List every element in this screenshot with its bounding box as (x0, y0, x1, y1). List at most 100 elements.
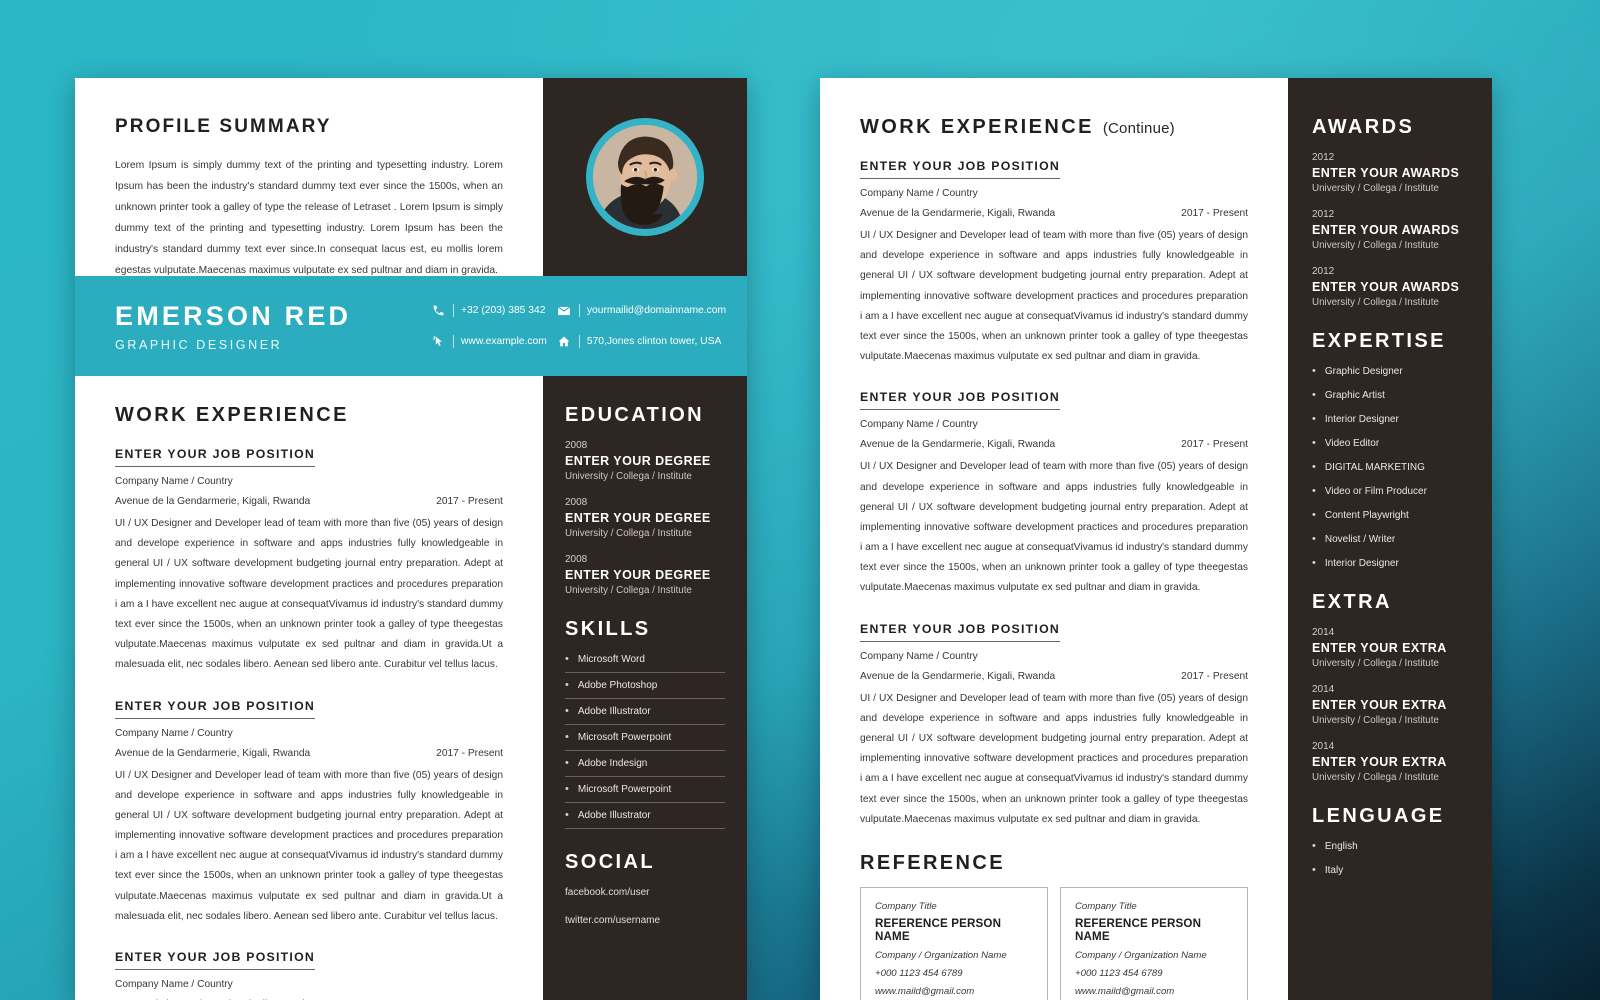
page-two-main: WORK EXPERIENCE (Continue) ENTER YOUR JO… (820, 78, 1288, 1000)
reference-company-title: Company Title (875, 900, 937, 912)
reference-person-name: REFERENCE PERSON NAME (875, 916, 1002, 943)
contact-email[interactable]: yourmailid@domainname.com (557, 304, 726, 318)
extra-sub: University / Collega / Institute (1312, 658, 1439, 669)
expertise-item: • Graphic Designer (1312, 365, 1470, 378)
job-entry: ENTER YOUR JOB POSITION Company Name / C… (115, 697, 503, 928)
extra-title: ENTER YOUR EXTRA (1312, 641, 1447, 655)
skill-label: Adobe Illustrator (577, 810, 651, 821)
reference-phone: +000 1123 454 6789 (875, 967, 963, 979)
job-meta: Avenue de la Gendarmerie, Kigali, Rwanda… (115, 496, 503, 507)
reference-card: Company Title REFERENCE PERSON NAME Comp… (860, 886, 1048, 1000)
education-heading: EDUCATION (565, 404, 705, 426)
name-banner: EMERSON RED GRAPHIC DESIGNER +32 (203) 3… (75, 276, 747, 376)
expertise-item: • Video or Film Producer (1312, 486, 1470, 498)
contact-address[interactable]: 570,Jones clinton tower, USA (557, 335, 726, 349)
work-experience-section: WORK EXPERIENCE ENTER YOUR JOB POSITION … (75, 376, 543, 1000)
award-sub: University / Collega / Institute (1312, 240, 1439, 251)
job-company: Company Name / Country (115, 979, 233, 990)
job-date: 2017 - Present (436, 496, 503, 507)
education-school: University / Collega / Institute (565, 528, 692, 539)
job-entry: ENTER YOUR JOB POSITION Company Name / C… (115, 948, 503, 1000)
reference-org: Company / Organization Name (875, 949, 1007, 961)
skill-label: Microsoft Word (577, 654, 645, 665)
expertise-item: • DIGITAL MARKETING (1312, 461, 1470, 474)
contact-phone[interactable]: +32 (203) 385 342 (431, 304, 547, 318)
work-experience-continue-heading: WORK EXPERIENCE (Continue) (860, 116, 1248, 139)
award-title: ENTER YOUR AWARDS (1312, 223, 1460, 237)
work-experience-heading: WORK EXPERIENCE (115, 404, 349, 426)
skill-label: Adobe Illustrator (577, 706, 651, 717)
education-item: 2008 ENTER YOUR DEGREE University / Coll… (565, 440, 725, 482)
job-location: Avenue de la Gendarmerie, Kigali, Rwanda (115, 496, 311, 507)
cursor-icon (431, 335, 446, 349)
name-block: EMERSON RED GRAPHIC DESIGNER (115, 300, 415, 353)
social-item[interactable]: facebook.com/user (565, 887, 725, 898)
reference-card: Company Title REFERENCE PERSON NAME Comp… (1060, 886, 1248, 1000)
education-school: University / Collega / Institute (565, 585, 692, 596)
job-description: UI / UX Designer and Developer lead of t… (115, 769, 503, 922)
expertise-label: Graphic Designer (1324, 366, 1403, 377)
extra-title: ENTER YOUR EXTRA (1312, 755, 1447, 769)
job-company: Company Name / Country (860, 419, 978, 431)
mail-icon (557, 304, 572, 318)
profile-summary-text: Lorem Ipsum is simply dummy text of the … (115, 160, 503, 277)
work-experience-heading: WORK EXPERIENCE (860, 116, 1094, 138)
job-date: 2017 - Present (1181, 670, 1248, 682)
page-two-sidebar: AWARDS 2012 ENTER YOUR AWARDS University… (1288, 78, 1492, 1000)
divider (578, 304, 580, 317)
education-item: 2008 ENTER YOUR DEGREE University / Coll… (565, 497, 725, 539)
award-year: 2012 (1312, 152, 1335, 163)
job-meta: Avenue de la Gendarmerie, Kigali, Rwanda… (860, 671, 1248, 682)
job-company: Company Name / Country (115, 476, 233, 487)
avatar-photo (593, 125, 697, 229)
award-title: ENTER YOUR AWARDS (1312, 166, 1460, 180)
job-title: ENTER YOUR JOB POSITION (115, 950, 316, 970)
person-role: GRAPHIC DESIGNER (115, 338, 283, 353)
awards-heading: AWARDS (1312, 116, 1415, 138)
expertise-label: Novelist / Writer (1324, 534, 1396, 545)
language-item: • English (1312, 840, 1470, 853)
home-icon (557, 335, 572, 349)
divider (578, 335, 580, 348)
award-title: ENTER YOUR AWARDS (1312, 280, 1460, 294)
skill-label: Adobe Indesign (577, 758, 648, 769)
page-one-header: PROFILE SUMMARY Lorem Ipsum is simply du… (75, 78, 747, 276)
extra-item: 2014 ENTER YOUR EXTRA University / Colle… (1312, 741, 1470, 783)
bullet-icon: • (1312, 840, 1316, 852)
skill-item: • Microsoft Powerpoint (565, 732, 725, 751)
bullet-icon: • (1312, 461, 1316, 473)
job-location: Avenue de la Gendarmerie, Kigali, Rwanda (115, 747, 311, 759)
extra-item: 2014 ENTER YOUR EXTRA University / Colle… (1312, 627, 1470, 669)
expertise-item: • Video Editor (1312, 438, 1470, 450)
resume-page-one: PROFILE SUMMARY Lorem Ipsum is simply du… (75, 78, 747, 1000)
reference-card-grid: Company Title REFERENCE PERSON NAME Comp… (860, 886, 1248, 1000)
bullet-icon: • (1312, 365, 1316, 377)
job-description: UI / UX Designer and Developer lead of t… (115, 518, 503, 671)
extra-year: 2014 (1312, 627, 1335, 638)
job-meta: Avenue de la Gendarmerie, Kigali, Rwanda… (860, 208, 1248, 219)
bullet-icon: • (565, 731, 569, 743)
job-title: ENTER YOUR JOB POSITION (860, 622, 1061, 642)
reference-company-title: Company Title (1075, 900, 1137, 912)
expertise-item: • Interior Designer (1312, 558, 1470, 570)
expertise-label: Video or Film Producer (1324, 486, 1427, 497)
education-degree: ENTER YOUR DEGREE (565, 511, 711, 525)
job-entry: ENTER YOUR JOB POSITION Company Name / C… (860, 157, 1248, 367)
award-year: 2012 (1312, 266, 1335, 277)
bullet-icon: • (565, 705, 569, 717)
education-item: 2008 ENTER YOUR DEGREE University / Coll… (565, 554, 725, 596)
social-item[interactable]: twitter.com/username (565, 915, 725, 926)
job-company: Company Name / Country (115, 727, 233, 739)
extra-title: ENTER YOUR EXTRA (1312, 698, 1447, 712)
bullet-icon: • (1312, 509, 1316, 521)
bullet-icon: • (1312, 864, 1316, 876)
reference-person-name: REFERENCE PERSON NAME (1075, 916, 1202, 943)
extra-year: 2014 (1312, 741, 1335, 752)
job-date: 2017 - Present (1181, 439, 1248, 451)
language-label: English (1324, 841, 1358, 852)
contact-website[interactable]: www.example.com (431, 335, 547, 349)
job-entry: ENTER YOUR JOB POSITION Company Name / C… (115, 445, 503, 676)
education-year: 2008 (565, 440, 588, 451)
job-title: ENTER YOUR JOB POSITION (860, 159, 1061, 179)
education-school: University / Collega / Institute (565, 471, 692, 482)
